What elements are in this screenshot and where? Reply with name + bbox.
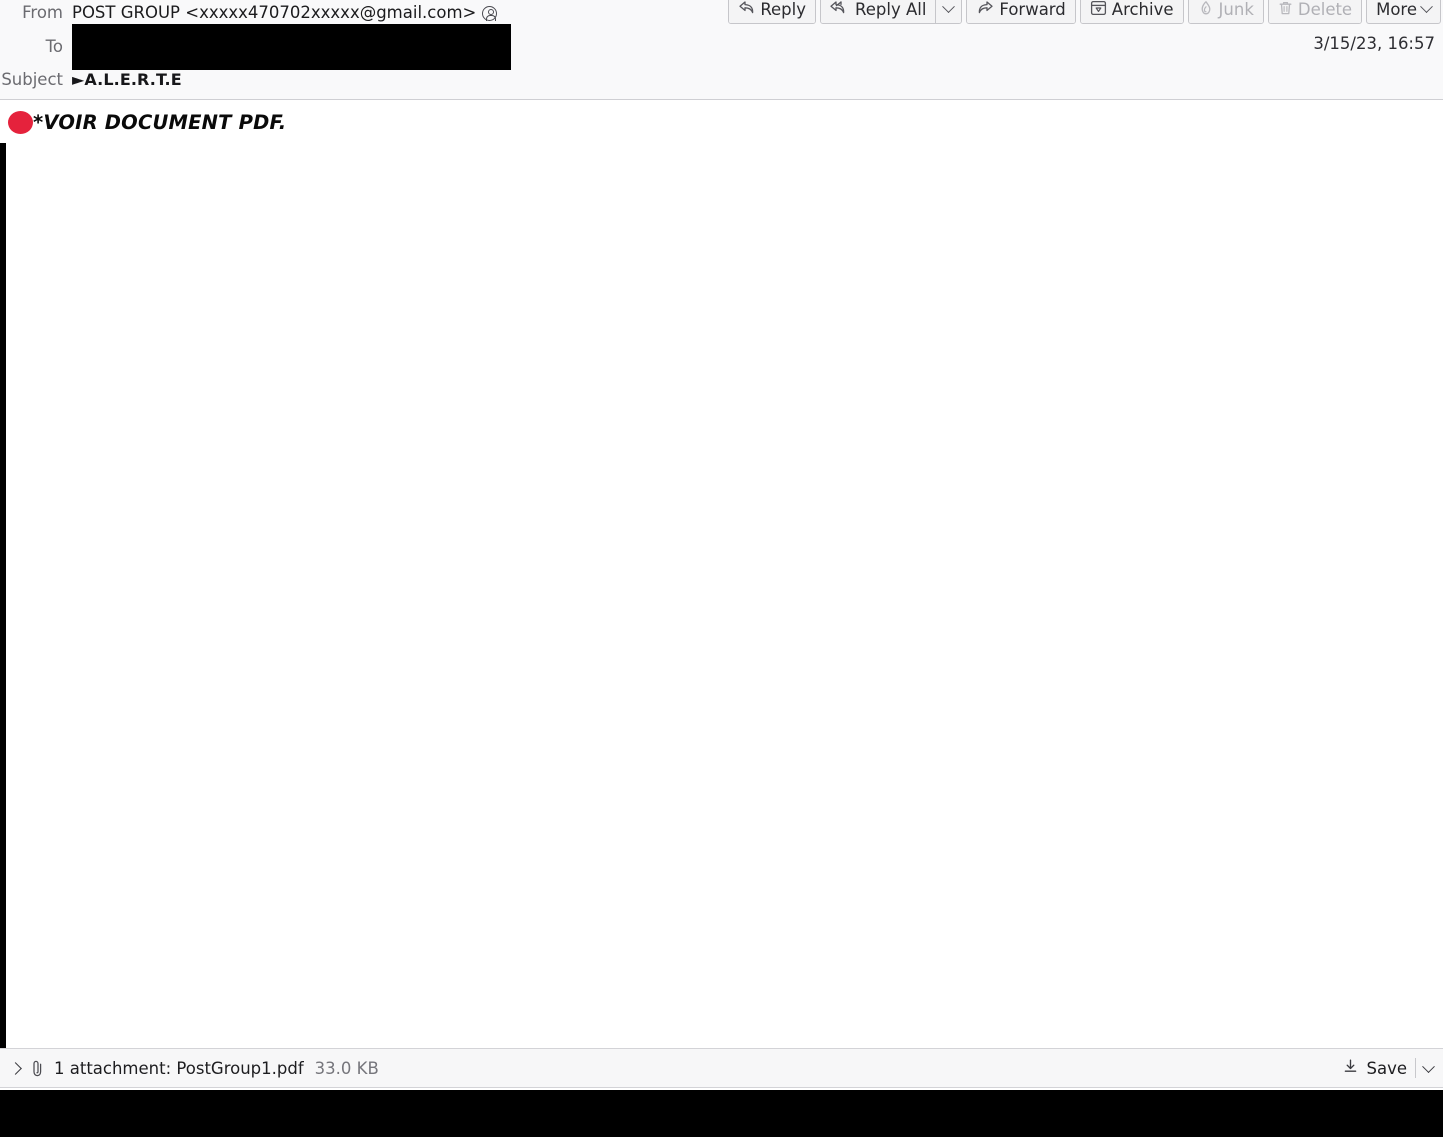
message-toolbar: Reply Reply All Forward Archive Junk Del… [728,0,1441,24]
trash-can-icon [1278,0,1293,20]
bottom-black-bar [0,1090,1443,1137]
archive-button[interactable]: Archive [1080,0,1183,23]
reply-all-arrow-icon [830,0,850,19]
from-label: From [22,2,63,22]
save-dropdown-button[interactable] [1422,1059,1437,1078]
forward-button-label: Forward [999,0,1066,19]
junk-flame-icon [1198,0,1214,20]
save-attachment-button[interactable]: Save [1342,1058,1407,1078]
attachment-bar: 1 attachment: PostGroup1.pdf 33.0 KB Sav… [0,1048,1443,1088]
chevron-down-icon [1420,0,1433,14]
delete-button[interactable]: Delete [1268,0,1362,23]
chevron-down-icon [942,0,956,14]
delete-group: Delete [1267,0,1363,24]
to-label: To [45,36,63,56]
reply-arrow-icon [738,0,755,19]
contact-avatar-icon[interactable] [482,5,498,21]
reply-button[interactable]: Reply [729,0,816,23]
save-button-label: Save [1366,1058,1407,1078]
header-row-subject: Subject ►A.L.E.R.T.E [0,63,1443,95]
message-header: From POST GROUP <xxxxx470702xxxxx@gmail.… [0,0,1443,100]
more-button[interactable]: More [1366,0,1441,24]
junk-button[interactable]: Junk [1188,0,1263,23]
body-heading-line: *VOIR DOCUMENT PDF. [8,111,286,134]
reply-all-button-label: Reply All [855,0,927,19]
message-body: *VOIR DOCUMENT PDF. [0,101,1443,1048]
archive-button-label: Archive [1111,0,1174,19]
attachment-actions: Save [1342,1058,1443,1078]
body-left-edge-strip [0,143,6,1048]
forward-button[interactable]: Forward [967,0,1075,23]
archive-box-icon [1090,0,1107,20]
chevron-down-icon [1422,1059,1435,1073]
attachment-size-text: 33.0 KB [314,1058,379,1078]
more-button-label: More [1376,0,1417,19]
forward-group: Forward [966,0,1076,24]
reply-group: Reply [728,0,817,24]
red-circle-emoji-icon [8,111,33,134]
junk-button-label: Junk [1218,0,1254,19]
forward-arrow-icon [976,0,994,19]
subject-label: Subject [1,69,63,89]
message-date: 3/15/23, 16:57 [1313,34,1435,53]
reply-all-dropdown-button[interactable] [935,0,962,23]
delete-button-label: Delete [1297,0,1353,19]
from-value[interactable]: POST GROUP <xxxxx470702xxxxx@gmail.com> [72,2,498,22]
reply-all-group: Reply All [820,0,963,24]
reply-button-label: Reply [760,0,807,19]
save-divider [1415,1058,1416,1078]
from-address-text: POST GROUP <xxxxx470702xxxxx@gmail.com> [72,2,477,22]
paperclip-icon [30,1059,45,1078]
reply-all-button[interactable]: Reply All [821,0,936,23]
subject-value: ►A.L.E.R.T.E [72,69,182,89]
attachment-summary-text[interactable]: 1 attachment: PostGroup1.pdf [54,1059,304,1078]
attachment-expander-button[interactable] [0,1061,30,1075]
chevron-right-icon [8,1061,22,1075]
archive-group: Archive [1079,0,1184,24]
body-heading-text: *VOIR DOCUMENT PDF. [33,111,287,134]
download-icon [1342,1058,1359,1078]
junk-group: Junk [1187,0,1264,24]
